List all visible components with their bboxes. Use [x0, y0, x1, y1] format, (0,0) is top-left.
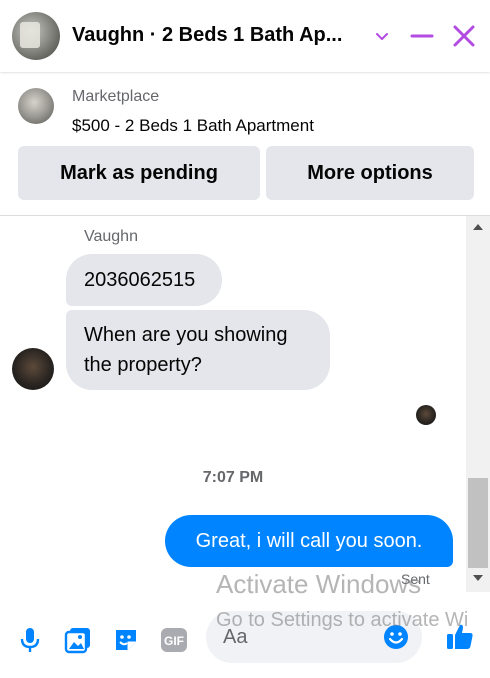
message-thread[interactable]: Vaughn 2036062515 When are you showing t… — [0, 216, 490, 592]
scrollbar[interactable] — [466, 216, 490, 592]
message-timestamp: 7:07 PM — [202, 469, 264, 486]
incoming-message[interactable]: 2036062515 — [66, 254, 222, 306]
close-icon[interactable] — [450, 22, 478, 50]
listing-title[interactable]: $500 - 2 Beds 1 Bath Apartment — [72, 116, 314, 136]
scroll-down-arrow-icon[interactable] — [473, 575, 483, 581]
gif-label: GIF — [164, 634, 184, 648]
scroll-up-arrow-icon[interactable] — [473, 224, 483, 230]
chat-header: Vaughn · 2 Beds 1 Bath Ap... — [0, 0, 490, 72]
marketplace-listing: Marketplace $500 - 2 Beds 1 Bath Apartme… — [0, 72, 490, 216]
emoji-icon[interactable] — [383, 624, 409, 650]
minimize-icon[interactable] — [408, 22, 436, 50]
photo-icon[interactable] — [64, 626, 92, 654]
delivery-status: Sent — [401, 571, 430, 587]
read-receipt-avatar — [416, 405, 436, 425]
like-icon[interactable] — [444, 620, 476, 652]
conversation-avatar[interactable] — [12, 12, 60, 60]
outgoing-message[interactable]: Great, i will call you soon. — [165, 515, 453, 567]
more-options-button[interactable]: More options — [266, 146, 474, 200]
mark-as-pending-button[interactable]: Mark as pending — [18, 146, 260, 200]
sender-avatar[interactable] — [12, 348, 54, 390]
message-input[interactable]: Aa — [206, 611, 422, 663]
listing-thumbnail[interactable] — [18, 88, 54, 124]
chevron-down-icon[interactable] — [368, 22, 396, 50]
microphone-icon[interactable] — [16, 626, 44, 654]
marketplace-label: Marketplace — [72, 88, 160, 105]
sender-name: Vaughn — [84, 228, 138, 245]
message-composer: GIF Aa — [0, 592, 490, 678]
message-input-placeholder: Aa — [223, 626, 248, 648]
scrollbar-thumb[interactable] — [468, 478, 488, 568]
conversation-title[interactable]: Vaughn · 2 Beds 1 Bath Ap... — [72, 24, 362, 47]
gif-icon[interactable]: GIF — [160, 626, 188, 654]
incoming-message[interactable]: When are you showing the property? — [66, 310, 330, 390]
sticker-icon[interactable] — [112, 626, 140, 654]
